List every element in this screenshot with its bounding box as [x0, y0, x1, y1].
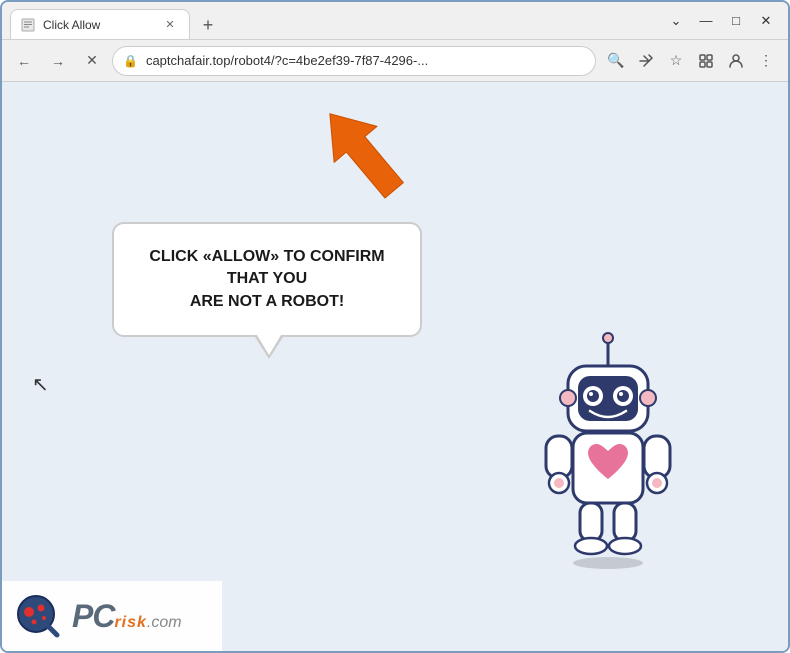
tab-favicon — [21, 18, 35, 32]
bubble-text-line1: CLICK «ALLOW» TO CONFIRM THAT YOU — [134, 246, 400, 291]
pcrisk-watermark: PCrisk.com — [2, 581, 222, 651]
search-button[interactable]: 🔍 — [602, 47, 630, 75]
bookmark-button[interactable]: ☆ — [662, 47, 690, 75]
new-tab-button[interactable]: + — [194, 11, 222, 39]
address-text: captchafair.top/robot4/?c=4be2ef39-7f87-… — [146, 53, 585, 68]
pcrisk-logo-icon — [14, 592, 62, 640]
tab-area: Click Allow ✕ + — [10, 2, 662, 39]
nav-bar: ← → ✕ 🔒 captchafair.top/robot4/?c=4be2ef… — [2, 40, 788, 82]
arrow-indicator — [312, 97, 412, 197]
bubble-text-line2: ARE NOT A ROBOT! — [134, 291, 400, 313]
robot-illustration — [508, 331, 708, 571]
pcrisk-pc: PC — [72, 600, 114, 632]
menu-button[interactable]: ⋮ — [752, 47, 780, 75]
refresh-button[interactable]: ✕ — [78, 47, 106, 75]
minimize-button[interactable]: — — [692, 7, 720, 35]
active-tab[interactable]: Click Allow ✕ — [10, 9, 190, 39]
browser-window: Click Allow ✕ + ⌄ — □ ✕ ← → ✕ 🔒 captchaf… — [0, 0, 790, 653]
nav-actions: 🔍 ☆ — [602, 47, 780, 75]
back-button[interactable]: ← — [10, 47, 38, 75]
title-bar-controls: ⌄ — □ ✕ — [662, 7, 780, 35]
close-button[interactable]: ✕ — [752, 7, 780, 35]
lock-icon: 🔒 — [123, 54, 138, 68]
share-button[interactable] — [632, 47, 660, 75]
speech-bubble: CLICK «ALLOW» TO CONFIRM THAT YOU ARE NO… — [112, 222, 422, 337]
tab-close-button[interactable]: ✕ — [161, 16, 179, 34]
cursor: ↖ — [32, 372, 49, 397]
pcrisk-risk: risk — [114, 615, 146, 631]
pcrisk-text: PCrisk.com — [72, 600, 182, 632]
page-content: CLICK «ALLOW» TO CONFIRM THAT YOU ARE NO… — [2, 82, 788, 651]
address-bar[interactable]: 🔒 captchafair.top/robot4/?c=4be2ef39-7f8… — [112, 46, 596, 76]
expand-icon: ⌄ — [662, 7, 690, 35]
extension-button[interactable] — [692, 47, 720, 75]
forward-button[interactable]: → — [44, 47, 72, 75]
profile-button[interactable] — [722, 47, 750, 75]
pcrisk-com: .com — [147, 615, 182, 631]
maximize-button[interactable]: □ — [722, 7, 750, 35]
title-bar: Click Allow ✕ + ⌄ — □ ✕ — [2, 2, 788, 40]
tab-title: Click Allow — [43, 18, 153, 32]
